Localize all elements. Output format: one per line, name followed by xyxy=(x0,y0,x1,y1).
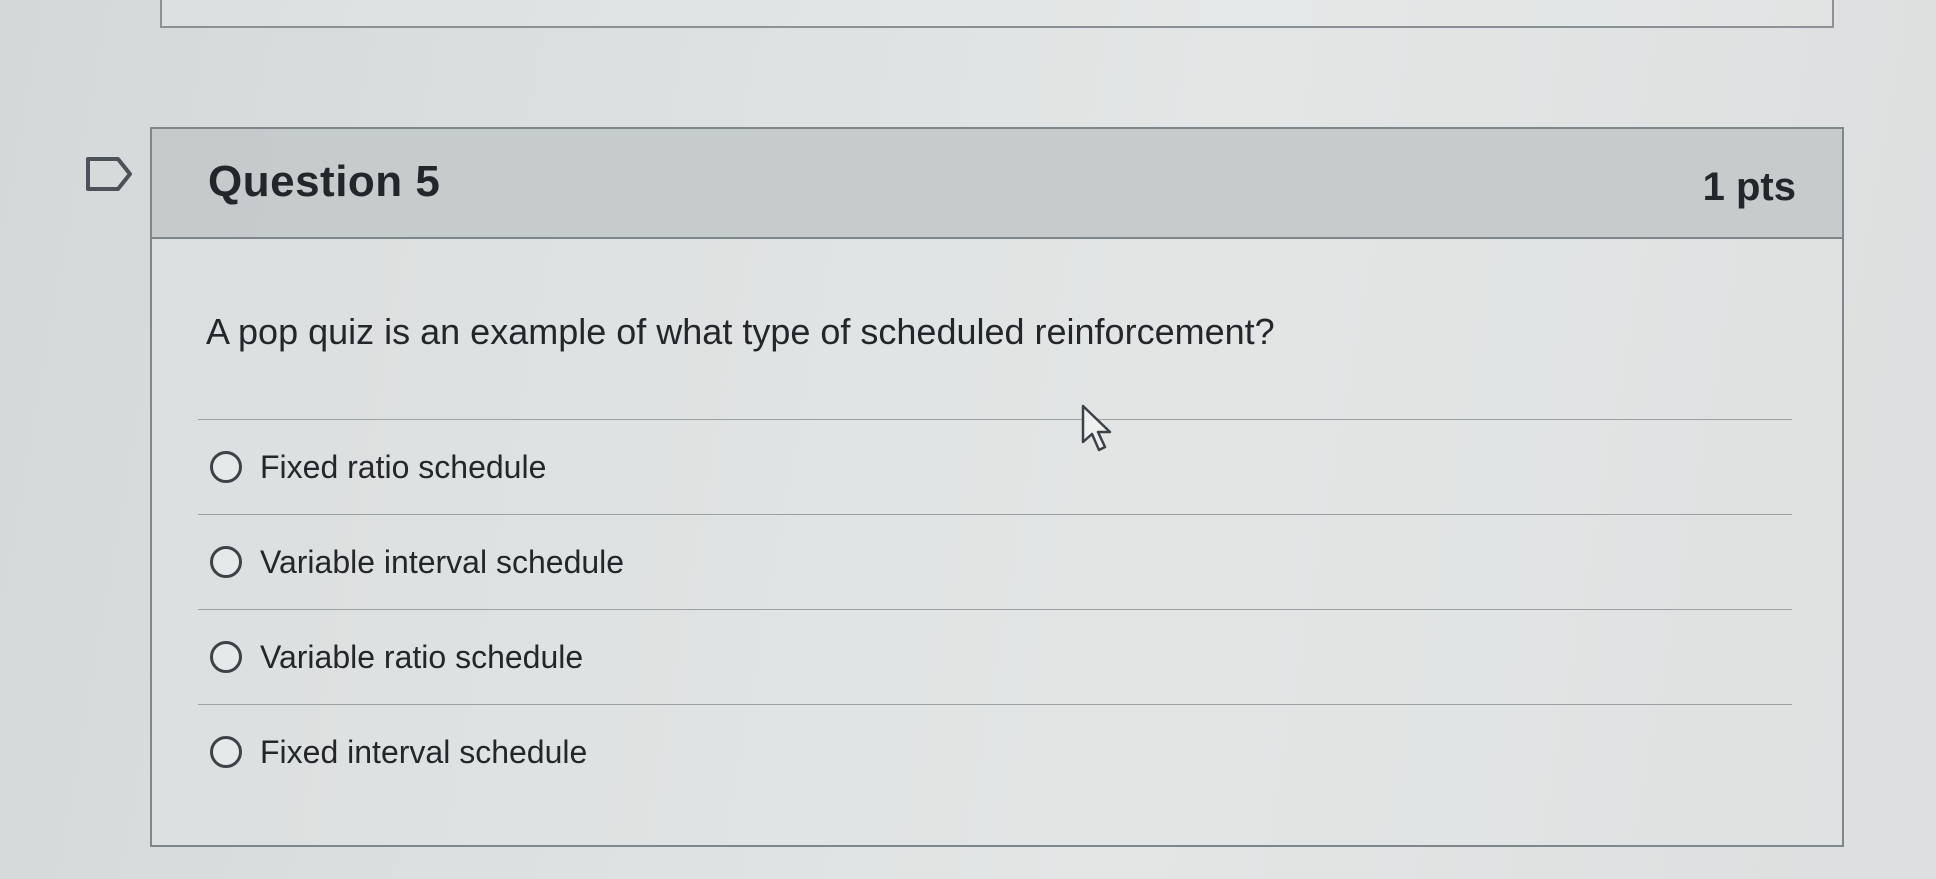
radio-button[interactable] xyxy=(210,451,242,483)
answer-option[interactable]: Variable ratio schedule xyxy=(198,609,1792,704)
flag-question-icon[interactable] xyxy=(84,155,136,193)
answer-option[interactable]: Fixed ratio schedule xyxy=(198,419,1792,514)
answer-label[interactable]: Fixed ratio schedule xyxy=(260,449,546,486)
radio-button[interactable] xyxy=(210,736,242,768)
answer-label[interactable]: Variable interval schedule xyxy=(260,544,624,581)
question-header: Question 5 1 pts xyxy=(152,129,1842,239)
previous-question-card xyxy=(160,0,1834,28)
answer-option[interactable]: Fixed interval schedule xyxy=(198,704,1792,799)
radio-button[interactable] xyxy=(210,546,242,578)
question-text: A pop quiz is an example of what type of… xyxy=(206,311,1275,352)
question-card: Question 5 1 pts A pop quiz is an exampl… xyxy=(150,127,1844,847)
radio-button[interactable] xyxy=(210,641,242,673)
question-points: 1 pts xyxy=(1702,165,1796,209)
answer-option[interactable]: Variable interval schedule xyxy=(198,514,1792,609)
answer-label[interactable]: Fixed interval schedule xyxy=(260,734,587,771)
answer-list: Fixed ratio schedule Variable interval s… xyxy=(198,419,1792,799)
mouse-pointer-icon xyxy=(1081,404,1112,452)
question-title: Question 5 xyxy=(208,157,441,206)
answer-label[interactable]: Variable ratio schedule xyxy=(260,639,583,676)
